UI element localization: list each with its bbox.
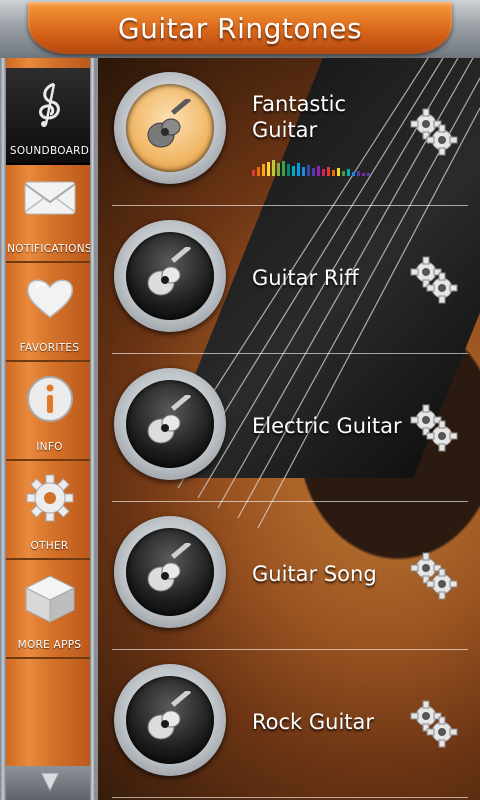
- list-item[interactable]: Guitar Song: [112, 502, 468, 650]
- ringtone-list: Fantastic Guitar Guitar Riff Electric Gu…: [98, 58, 480, 800]
- guitar-icon: [143, 540, 197, 601]
- page-title: Guitar Ringtones: [117, 12, 363, 45]
- guitar-icon: [143, 688, 197, 749]
- sidebar-scroll-button[interactable]: [6, 766, 93, 800]
- list-item[interactable]: Electric Guitar: [112, 354, 468, 502]
- ringtone-title: Fantastic: [252, 92, 346, 116]
- sidebar-item-notifications[interactable]: NOTIFICATIONS: [6, 166, 93, 263]
- ringtone-title: Guitar Riff: [252, 266, 359, 290]
- play-button[interactable]: [114, 72, 226, 184]
- list-item[interactable]: Fantastic Guitar: [112, 58, 468, 206]
- sidebar-item-more-apps[interactable]: MORE APPS: [6, 562, 93, 659]
- sidebar-item-label: OTHER: [30, 540, 69, 552]
- list-item[interactable]: Rock Guitar: [112, 650, 468, 798]
- play-button[interactable]: [114, 368, 226, 480]
- play-button[interactable]: [114, 220, 226, 332]
- settings-gear-icon[interactable]: [410, 404, 458, 452]
- sidebar-item-other[interactable]: OTHER: [6, 463, 93, 560]
- envelope-icon: [22, 176, 78, 224]
- sidebar: SOUNDBOARD NOTIFICATIONS FAVORITES INFO …: [0, 58, 98, 800]
- sidebar-item-soundboard[interactable]: SOUNDBOARD: [6, 68, 93, 165]
- sidebar-item-info[interactable]: INFO: [6, 364, 93, 461]
- list-item[interactable]: Guitar Riff: [112, 206, 468, 354]
- ringtone-title: Rock Guitar: [252, 710, 375, 734]
- arrow-down-icon: [38, 769, 62, 797]
- guitar-icon: [143, 96, 197, 157]
- info-icon: [25, 374, 75, 428]
- sidebar-item-label: MORE APPS: [17, 639, 82, 651]
- settings-gear-icon[interactable]: [410, 700, 458, 748]
- ringtone-title: Guitar Song: [252, 562, 377, 586]
- sidebar-item-favorites[interactable]: FAVORITES: [6, 265, 93, 362]
- ringtone-title: Electric Guitar: [252, 414, 402, 438]
- sidebar-item-label: FAVORITES: [19, 342, 80, 354]
- sidebar-item-label: INFO: [36, 441, 63, 453]
- play-button[interactable]: [114, 516, 226, 628]
- treble-clef-icon: [24, 78, 76, 134]
- heart-icon: [24, 275, 76, 325]
- guitar-icon: [143, 244, 197, 305]
- settings-gear-icon[interactable]: [410, 256, 458, 304]
- gear-icon: [25, 473, 75, 527]
- guitar-icon: [143, 392, 197, 453]
- settings-gear-icon[interactable]: [410, 552, 458, 600]
- sidebar-item-label: SOUNDBOARD: [9, 145, 90, 157]
- equalizer-icon: [252, 160, 370, 176]
- play-button[interactable]: [114, 664, 226, 776]
- box-icon: [22, 572, 78, 628]
- header: Guitar Ringtones: [0, 0, 480, 60]
- settings-gear-icon[interactable]: [410, 108, 458, 156]
- ringtone-title-line2: Guitar: [252, 118, 318, 142]
- sidebar-item-label: NOTIFICATIONS: [7, 243, 92, 255]
